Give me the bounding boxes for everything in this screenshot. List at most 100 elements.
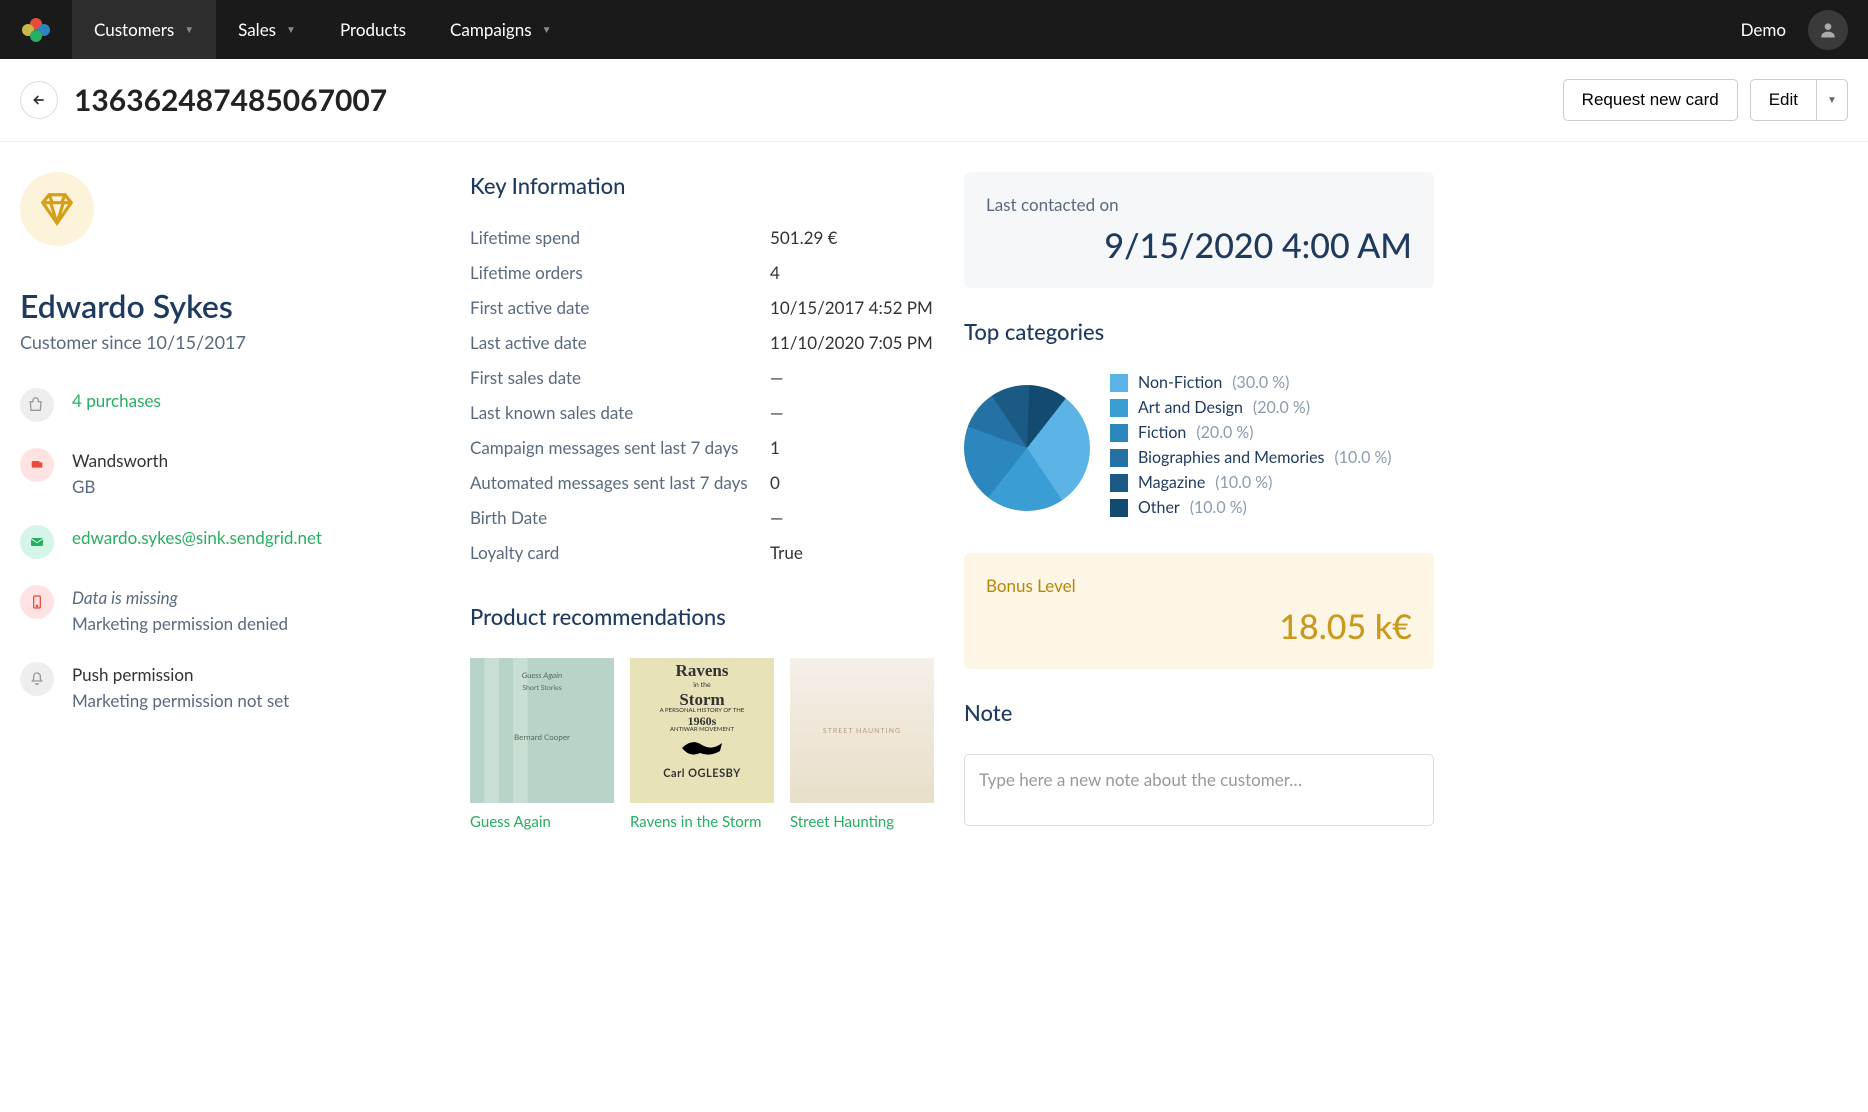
key-info-label: Birth Date — [470, 507, 770, 528]
recommendation-card[interactable]: Guess Again Short Stories Bernard Cooper… — [470, 658, 614, 831]
right-sidebar: Last contacted on 9/15/2020 4:00 AM Top … — [964, 172, 1434, 831]
recommendation-card[interactable]: Ravens in the Storm A PERSONAL HISTORY O… — [630, 658, 774, 831]
mail-icon — [20, 525, 54, 559]
legend-row: Non-Fiction(30.0 %) — [1110, 373, 1392, 392]
cover-text: Short Stories — [522, 684, 562, 692]
cover-text: Storm — [634, 691, 770, 708]
legend-swatch — [1110, 424, 1128, 442]
recommendation-title: Ravens in the Storm — [630, 813, 774, 831]
key-info-row: Last active date11/10/2020 7:05 PM — [470, 332, 934, 353]
key-info-value: 4 — [770, 262, 780, 283]
key-info-label: Campaign messages sent last 7 days — [470, 437, 770, 458]
categories-chart: Non-Fiction(30.0 %) Art and Design (20.0 %… — [964, 373, 1434, 523]
legend-label: Magazine — [1138, 473, 1205, 492]
last-contacted-value: 9/15/2020 4:00 AM — [986, 225, 1412, 266]
key-info-value: 1 — [770, 437, 780, 458]
legend-pct: (20.0 %) — [1196, 423, 1253, 442]
purchases-link[interactable]: 4 purchases — [72, 390, 161, 411]
note-input[interactable] — [964, 754, 1434, 826]
app-logo[interactable] — [0, 0, 72, 59]
logo-icon — [20, 14, 52, 46]
legend-row: Other(10.0 %) — [1110, 498, 1392, 517]
nav-items: Customers ▼ Sales ▼ Products Campaigns ▼ — [72, 0, 1741, 59]
recommendation-card[interactable]: STREET HAUNTING Street Haunting — [790, 658, 934, 831]
page-title: 136362487485067007 — [74, 82, 1547, 118]
legend-row: Biographies and Memories (10.0 %) — [1110, 448, 1392, 467]
legend-swatch — [1110, 474, 1128, 492]
info-purchases: 4 purchases — [20, 388, 420, 422]
book-cover: Ravens in the Storm A PERSONAL HISTORY O… — [630, 658, 774, 803]
recommendation-title: Street Haunting — [790, 813, 934, 831]
key-info-row: Campaign messages sent last 7 days1 — [470, 437, 934, 458]
legend-label: Art and Design — [1138, 398, 1243, 417]
chevron-down-icon: ▼ — [1827, 94, 1837, 106]
cover-text: Ravens — [634, 662, 770, 679]
bell-icon — [20, 662, 54, 696]
nav-campaigns[interactable]: Campaigns ▼ — [428, 0, 573, 59]
push-permission: Marketing permission not set — [72, 688, 289, 714]
location-country: GB — [72, 474, 168, 500]
key-info-row: First sales date— — [470, 367, 934, 388]
key-info-value: — — [770, 507, 784, 528]
key-info-label: First active date — [470, 297, 770, 318]
customer-since: Customer since 10/15/2017 — [20, 331, 420, 353]
nav-sales[interactable]: Sales ▼ — [216, 0, 318, 59]
info-phone: Data is missing Marketing permission den… — [20, 585, 420, 636]
legend-pct: (10.0 %) — [1335, 448, 1392, 467]
phone-permission: Marketing permission denied — [72, 611, 288, 637]
nav-right: Demo — [1741, 10, 1848, 50]
key-info-value: 0 — [770, 472, 780, 493]
key-info-row: First active date10/15/2017 4:52 PM — [470, 297, 934, 318]
legend-row: Art and Design (20.0 %) — [1110, 398, 1392, 417]
cover-text: 1960s — [634, 715, 770, 727]
nav-products[interactable]: Products — [318, 0, 428, 59]
recommendations-list: Guess Again Short Stories Bernard Cooper… — [470, 658, 934, 831]
cover-text: STREET HAUNTING — [823, 727, 901, 735]
raven-icon — [672, 733, 732, 763]
book-cover: STREET HAUNTING — [790, 658, 934, 803]
info-email: edwardo.sykes@sink.sendgrid.net — [20, 525, 420, 559]
legend-pct: (20.0 %) — [1253, 398, 1310, 417]
key-info-list: Lifetime spend501.29 €Lifetime orders4Fi… — [470, 227, 934, 563]
bag-icon — [20, 388, 54, 422]
edit-button[interactable]: Edit — [1750, 79, 1816, 121]
legend-label: Fiction — [1138, 423, 1186, 442]
request-card-button[interactable]: Request new card — [1563, 79, 1738, 121]
edit-dropdown-toggle[interactable]: ▼ — [1816, 79, 1848, 121]
key-info-row: Birth Date— — [470, 507, 934, 528]
cover-text: in the — [634, 681, 770, 689]
key-info-label: First sales date — [470, 367, 770, 388]
legend-label: Biographies and Memories — [1138, 448, 1325, 467]
categories-heading: Top categories — [964, 318, 1434, 345]
nav-label: Campaigns — [450, 19, 532, 40]
main-content: Edwardo Sykes Customer since 10/15/2017 … — [0, 142, 1420, 861]
back-button[interactable] — [20, 81, 58, 119]
legend-swatch — [1110, 374, 1128, 392]
phone-icon — [20, 585, 54, 619]
customer-sidebar: Edwardo Sykes Customer since 10/15/2017 … — [20, 172, 440, 831]
top-nav: Customers ▼ Sales ▼ Products Campaigns ▼… — [0, 0, 1868, 59]
last-contacted-label: Last contacted on — [986, 194, 1412, 215]
bonus-card: Bonus Level 18.05 k€ — [964, 553, 1434, 669]
chevron-down-icon: ▼ — [542, 24, 552, 36]
key-info-value: 501.29 € — [770, 227, 838, 248]
user-label[interactable]: Demo — [1741, 19, 1786, 40]
nav-label: Products — [340, 19, 406, 40]
recommendation-title: Guess Again — [470, 813, 614, 831]
note-heading: Note — [964, 699, 1434, 726]
legend-pct: (30.0 %) — [1232, 373, 1289, 392]
info-location: Wandsworth GB — [20, 448, 420, 499]
legend-pct: (10.0 %) — [1190, 498, 1247, 517]
key-info-value: — — [770, 402, 784, 423]
email-link[interactable]: edwardo.sykes@sink.sendgrid.net — [72, 527, 322, 548]
key-info-row: Lifetime orders4 — [470, 262, 934, 283]
legend-row: Fiction (20.0 %) — [1110, 423, 1392, 442]
avatar[interactable] — [1808, 10, 1848, 50]
tier-badge — [20, 172, 94, 246]
key-info-row: Automated messages sent last 7 days0 — [470, 472, 934, 493]
cover-text: Carl OGLESBY — [634, 767, 770, 780]
arrow-left-icon — [31, 92, 47, 108]
nav-customers[interactable]: Customers ▼ — [72, 0, 216, 59]
location-icon — [20, 448, 54, 482]
last-contacted-card: Last contacted on 9/15/2020 4:00 AM — [964, 172, 1434, 288]
